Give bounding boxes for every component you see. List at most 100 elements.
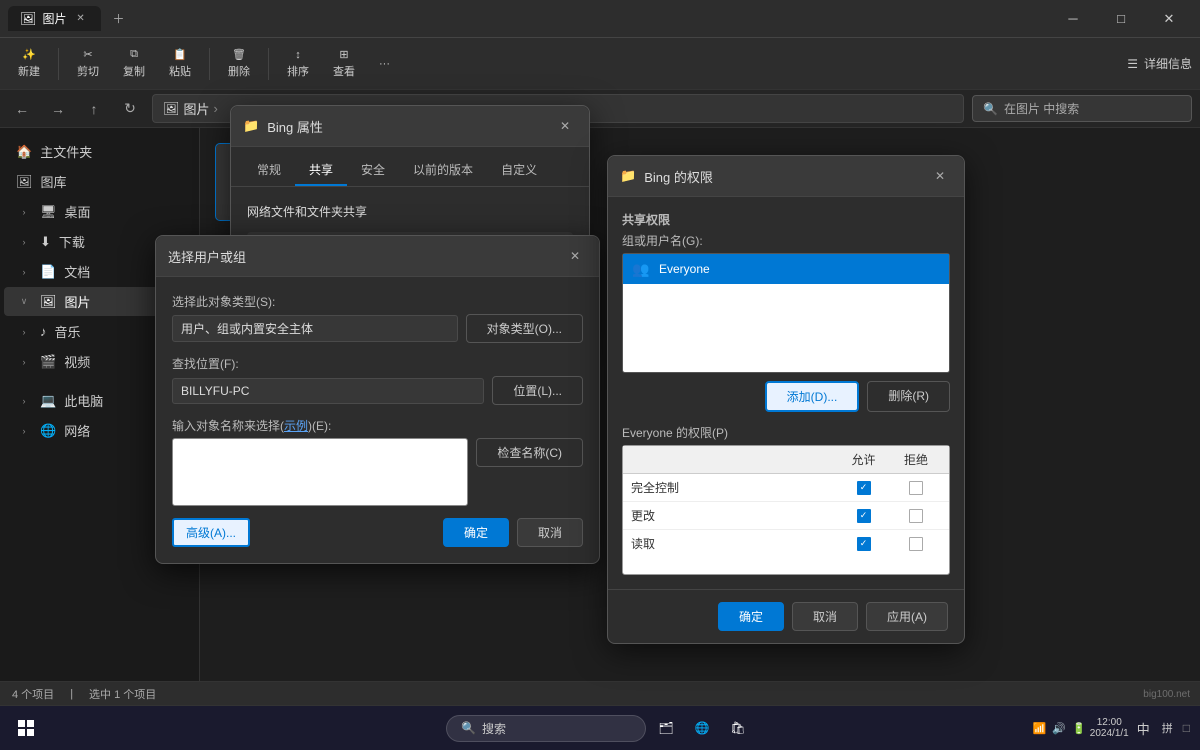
select-user-footer: 高级(A)... 确定 取消 (172, 518, 583, 547)
downloads-icon: ⬇ (40, 234, 51, 250)
expand-icon: › (16, 354, 32, 370)
bing-perms-cancel-btn[interactable]: 取消 (792, 602, 858, 631)
more-btn[interactable]: ··· (369, 54, 400, 74)
ime-indicator[interactable]: 中 (1133, 717, 1154, 740)
location-section: 查找位置(F): BILLYFU-PC 位置(L)... (172, 355, 583, 405)
desktop-icon: 🖥 (40, 204, 57, 220)
tab-security[interactable]: 安全 (347, 155, 399, 186)
full-control-deny-checkbox[interactable] (909, 481, 923, 495)
change-deny-checkbox[interactable] (909, 509, 923, 523)
bing-perms-close-btn[interactable]: ✕ (928, 164, 952, 188)
object-types-btn[interactable]: 对象类型(O)... (466, 314, 583, 343)
sidebar-label-home: 主文件夹 (40, 142, 92, 161)
locations-btn[interactable]: 位置(L)... (492, 376, 583, 405)
up-btn[interactable]: ↑ (80, 95, 108, 123)
toolbar-sep-1 (58, 48, 59, 80)
object-name-input[interactable] (172, 438, 468, 506)
close-btn[interactable]: ✕ (1146, 3, 1192, 35)
bing-perms-apply-btn[interactable]: 应用(A) (866, 602, 948, 631)
forward-btn[interactable]: → (44, 95, 72, 123)
taskbar-browser-icon[interactable]: 🌐 (686, 712, 718, 744)
tab-previous[interactable]: 以前的版本 (399, 155, 487, 186)
perm-row-full-control: 完全控制 ✓ (623, 474, 949, 502)
clock[interactable]: 12:00 2024/1/1 (1090, 717, 1129, 739)
sidebar-item-home[interactable]: 🏠 主文件夹 (4, 137, 195, 166)
toolbar-sep-3 (268, 48, 269, 80)
title-bar: 🖼 图片 ✕ ＋ ─ □ ✕ (0, 0, 1200, 38)
user-everyone[interactable]: 👥 Everyone (623, 254, 949, 284)
item-count: 4 个项目 (12, 686, 54, 702)
sidebar-item-gallery[interactable]: 🖼 图库 (4, 167, 195, 196)
tab-custom[interactable]: 自定义 (487, 155, 551, 186)
select-user-close-btn[interactable]: ✕ (563, 244, 587, 268)
read-deny-checkbox[interactable] (909, 537, 923, 551)
refresh-btn[interactable]: ↻ (116, 95, 144, 123)
toolbar: ✨ 新建 ✂ 剪切 ⧉ 复制 📋 粘贴 🗑 删除 ↕ 排序 ⊞ 查看 (0, 38, 1200, 90)
new-btn[interactable]: ✨ 新建 (8, 44, 50, 83)
full-control-allow-checkbox[interactable]: ✓ (857, 481, 871, 495)
add-user-btn[interactable]: 添加(D)... (765, 381, 860, 412)
user-icon: 👥 (631, 259, 651, 279)
start-btn[interactable] (8, 710, 44, 746)
bing-perms-ok-btn[interactable]: 确定 (718, 602, 784, 631)
tab-close-btn[interactable]: ✕ (73, 11, 89, 27)
taskbar-search[interactable]: 🔍 搜索 (446, 715, 646, 742)
perm-row-change: 更改 ✓ (623, 502, 949, 530)
check-names-btn[interactable]: 检查名称(C) (476, 438, 583, 467)
perms-table: 允许 拒绝 完全控制 ✓ 更改 ✓ (622, 445, 950, 575)
select-user-dialog: 选择用户或组 ✕ 选择此对象类型(S): 用户、组或内置安全主体 对象类型(O)… (155, 235, 600, 564)
users-list: 👥 Everyone (622, 253, 950, 373)
select-user-ok-btn[interactable]: 确定 (443, 518, 509, 547)
taskbar-store-icon[interactable]: 🛍 (722, 712, 754, 744)
search-box[interactable]: 🔍 在图片 中搜索 (972, 95, 1192, 122)
video-icon: 🎬 (40, 354, 56, 370)
bing-perms-dialog: 📁 Bing 的权限 ✕ 共享权限 组或用户名(G): 👥 Everyone 添… (607, 155, 965, 644)
bing-props-titlebar: 📁 Bing 属性 ✕ (231, 106, 589, 147)
toolbar-sep-2 (209, 48, 210, 80)
example-link[interactable]: 示例 (284, 419, 308, 433)
copy-btn[interactable]: ⧉ 复制 (113, 44, 155, 83)
select-user-cancel-btn[interactable]: 取消 (517, 518, 583, 547)
taskbar-search-label: 搜索 (482, 720, 506, 737)
expand-icon: › (16, 423, 32, 439)
tab-sharing[interactable]: 共享 (295, 155, 347, 186)
remove-user-btn[interactable]: 删除(R) (867, 381, 950, 412)
home-icon: 🏠 (16, 144, 32, 160)
cut-btn[interactable]: ✂ 剪切 (67, 44, 109, 83)
read-allow-checkbox[interactable]: ✓ (857, 537, 871, 551)
notification-btn[interactable]: □ (1181, 719, 1192, 737)
back-btn[interactable]: ← (8, 95, 36, 123)
change-allow-checkbox[interactable]: ✓ (857, 509, 871, 523)
ime-mode[interactable]: 拼 (1158, 718, 1177, 738)
location-value: BILLYFU-PC (172, 378, 484, 404)
view-btn[interactable]: ⊞ 查看 (323, 44, 365, 83)
docs-icon: 📄 (40, 264, 56, 280)
sidebar-label-desktop: 桌面 (65, 202, 91, 221)
sidebar-item-desktop[interactable]: › 🖥 桌面 (4, 197, 195, 226)
watermark: big100.net (1143, 689, 1190, 700)
window-controls: ─ □ ✕ (1050, 3, 1192, 35)
thispc-icon: 💻 (40, 393, 56, 409)
sidebar-label-video: 视频 (64, 352, 90, 371)
explorer-tab[interactable]: 🖼 图片 ✕ (8, 6, 101, 31)
maximize-btn[interactable]: □ (1098, 3, 1144, 35)
sidebar-label-network: 网络 (64, 421, 90, 440)
new-tab-btn[interactable]: ＋ (105, 5, 133, 33)
minimize-btn[interactable]: ─ (1050, 3, 1096, 35)
tab-general[interactable]: 常规 (243, 155, 295, 186)
advanced-btn[interactable]: 高级(A)... (172, 518, 250, 547)
expand-icon: › (16, 264, 32, 280)
bing-perms-body: 共享权限 组或用户名(G): 👥 Everyone 添加(D)... 删除(R)… (608, 197, 964, 589)
delete-btn[interactable]: 🗑 删除 (218, 44, 260, 83)
paste-btn[interactable]: 📋 粘贴 (159, 44, 201, 83)
sys-tray: 📶 🔊 🔋 (1033, 722, 1086, 735)
taskbar-files-icon[interactable]: 🗂 (650, 712, 682, 744)
network-tray-icon: 📶 (1033, 722, 1047, 735)
sort-btn[interactable]: ↕ 排序 (277, 45, 319, 83)
gallery-icon: 🖼 (16, 174, 33, 190)
bing-perms-titlebar: 📁 Bing 的权限 ✕ (608, 156, 964, 197)
object-type-section: 选择此对象类型(S): 用户、组或内置安全主体 对象类型(O)... (172, 293, 583, 343)
battery-tray-icon: 🔋 (1072, 722, 1086, 735)
bing-props-close-btn[interactable]: ✕ (553, 114, 577, 138)
detail-view-btn[interactable]: ☰ 详细信息 (1127, 55, 1192, 72)
